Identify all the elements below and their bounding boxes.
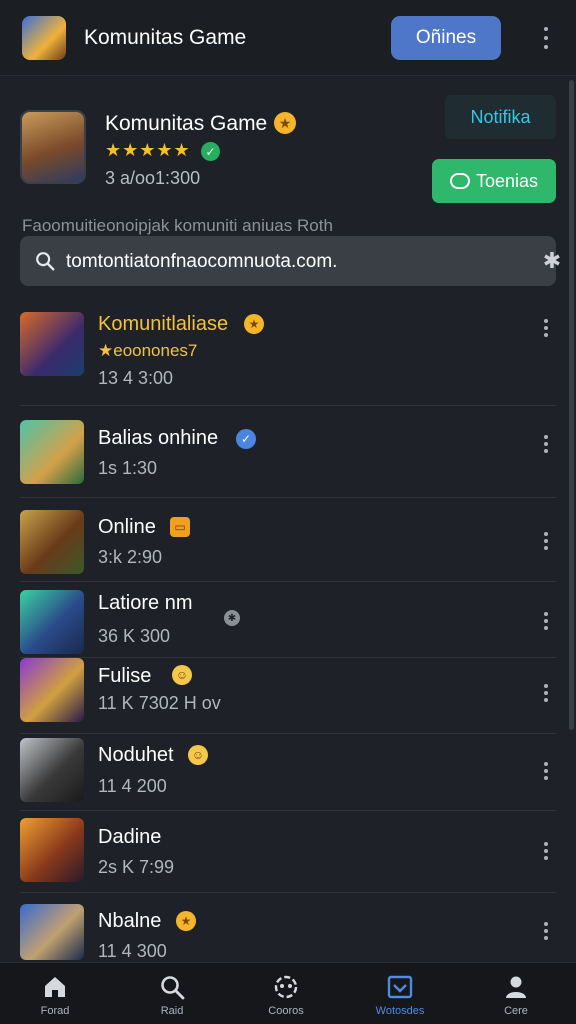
game-thumbnail bbox=[20, 904, 84, 960]
nav-tasks[interactable]: Wotosdes bbox=[355, 963, 445, 1024]
crown-badge-icon: ★ bbox=[244, 314, 264, 334]
item-options-icon[interactable] bbox=[538, 760, 554, 782]
notifications-button[interactable]: Notifika bbox=[445, 95, 556, 139]
bottom-navigation: Forad Raid Cooros Wotosdes Cere bbox=[0, 962, 576, 1024]
item-name: Komunitlaliase bbox=[98, 313, 229, 335]
verified-check-icon: ✓ bbox=[201, 142, 220, 161]
item-name: Online bbox=[98, 516, 156, 538]
item-meta: 36 K 300 bbox=[98, 626, 171, 646]
item-options-icon[interactable] bbox=[538, 840, 554, 862]
item-name: Latiore nm bbox=[98, 592, 193, 614]
more-options-icon[interactable] bbox=[536, 24, 556, 52]
scrollbar[interactable] bbox=[569, 80, 574, 730]
game-thumbnail bbox=[20, 818, 84, 882]
list-item[interactable]: Latiore nm 36 K 300 ✱ bbox=[0, 584, 576, 656]
rating-stars: ★★★★★ bbox=[105, 140, 191, 160]
item-options-icon[interactable] bbox=[538, 317, 554, 339]
item-meta: 3:k 2:90 bbox=[98, 547, 163, 567]
chat-badge-icon: ▭ bbox=[170, 517, 190, 537]
search-icon bbox=[161, 976, 185, 1000]
community-description: Faoomuitieonoipjak komuniti aniuas Roth bbox=[22, 216, 333, 235]
forums-button-label: Toenias bbox=[475, 170, 539, 191]
community-list: Komunitlaliase ★ ★eoonones7 13 4 3:00 Ba… bbox=[0, 300, 576, 961]
item-meta: 11 K 7302 H ov bbox=[98, 693, 221, 713]
divider bbox=[20, 810, 556, 811]
game-thumbnail bbox=[20, 590, 84, 654]
search-icon bbox=[36, 252, 55, 271]
list-item[interactable]: Noduhet ☺ 11 4 200 bbox=[0, 736, 576, 812]
divider bbox=[20, 405, 556, 406]
item-name: Balias onhine bbox=[98, 427, 219, 449]
community-avatar bbox=[20, 110, 86, 184]
item-name: Dadine bbox=[98, 826, 162, 848]
nav-label: Cooros bbox=[268, 1005, 304, 1017]
app-title: Komunitas Game bbox=[84, 26, 247, 49]
controller-icon bbox=[274, 975, 298, 999]
divider bbox=[20, 497, 556, 498]
game-thumbnail bbox=[20, 510, 84, 574]
game-thumbnail bbox=[20, 738, 84, 802]
divider bbox=[20, 733, 556, 734]
nav-games[interactable]: Cooros bbox=[241, 963, 331, 1024]
checkbox-icon bbox=[387, 975, 413, 999]
crown-badge-icon: ★ bbox=[274, 112, 296, 134]
list-item[interactable]: Dadine 2s K 7:99 bbox=[0, 814, 576, 892]
item-meta: 11 4 200 bbox=[98, 776, 167, 796]
forums-button[interactable]: Toenias bbox=[432, 159, 556, 203]
online-button[interactable]: Oñines bbox=[391, 16, 501, 60]
nav-profile[interactable]: Cere bbox=[471, 963, 561, 1024]
search-input[interactable]: tomtontiatonfnaocomnuota.com. bbox=[66, 251, 337, 273]
item-options-icon[interactable] bbox=[538, 433, 554, 455]
community-title: Komunitas Game bbox=[105, 112, 268, 135]
item-name: Noduhet bbox=[98, 744, 174, 766]
divider bbox=[20, 581, 556, 582]
nav-label: Cere bbox=[504, 1005, 528, 1017]
item-name: Nbalne bbox=[98, 910, 162, 932]
item-options-icon[interactable] bbox=[538, 610, 554, 632]
app-logo-icon[interactable] bbox=[22, 16, 66, 60]
nav-label: Raid bbox=[160, 1005, 184, 1017]
item-name: Fulise bbox=[98, 665, 152, 687]
item-options-icon[interactable] bbox=[538, 682, 554, 704]
item-options-icon[interactable] bbox=[538, 920, 554, 942]
list-item[interactable]: Nbalne ★ 11 4 300 bbox=[0, 896, 576, 961]
item-subtitle: ★eoonones7 bbox=[98, 341, 198, 360]
game-thumbnail bbox=[20, 420, 84, 484]
nav-label: Wotosdes bbox=[375, 1005, 425, 1017]
clear-icon[interactable]: ✱ bbox=[540, 248, 564, 273]
gear-icon: ✱ bbox=[224, 610, 240, 626]
item-meta: 1s 1:30 bbox=[98, 458, 158, 478]
divider bbox=[20, 892, 556, 893]
item-options-icon[interactable] bbox=[538, 530, 554, 552]
verified-check-icon: ✓ bbox=[236, 429, 256, 449]
top-app-bar: Komunitas Game Oñines bbox=[0, 0, 576, 76]
nav-label: Forad bbox=[40, 1005, 70, 1017]
search-bar[interactable]: tomtontiatonfnaocomnuota.com. ✱ bbox=[20, 236, 561, 286]
list-item[interactable]: Online ▭ 3:k 2:90 bbox=[0, 500, 576, 582]
home-icon bbox=[45, 977, 65, 997]
list-item[interactable]: Balias onhine ✓ 1s 1:30 bbox=[0, 408, 576, 498]
emoji-badge-icon: ☺ bbox=[188, 745, 208, 765]
nav-search[interactable]: Raid bbox=[127, 963, 217, 1024]
profile-icon bbox=[506, 976, 526, 998]
game-thumbnail bbox=[20, 658, 84, 722]
item-meta: 13 4 3:00 bbox=[98, 368, 174, 388]
item-meta: 11 4 300 bbox=[98, 941, 167, 961]
emoji-badge-icon: ☺ bbox=[172, 665, 192, 685]
item-meta: 2s K 7:99 bbox=[98, 857, 175, 877]
nav-home[interactable]: Forad bbox=[10, 963, 100, 1024]
crown-badge-icon: ★ bbox=[176, 911, 196, 931]
list-item[interactable]: Fulise ☺ 11 K 7302 H ov bbox=[0, 658, 576, 734]
list-item[interactable]: Komunitlaliase ★ ★eoonones7 13 4 3:00 bbox=[0, 300, 576, 404]
game-thumbnail bbox=[20, 312, 84, 376]
chat-bubble-icon bbox=[449, 173, 470, 189]
community-meta: 3 a/oo1:300 bbox=[105, 168, 201, 188]
